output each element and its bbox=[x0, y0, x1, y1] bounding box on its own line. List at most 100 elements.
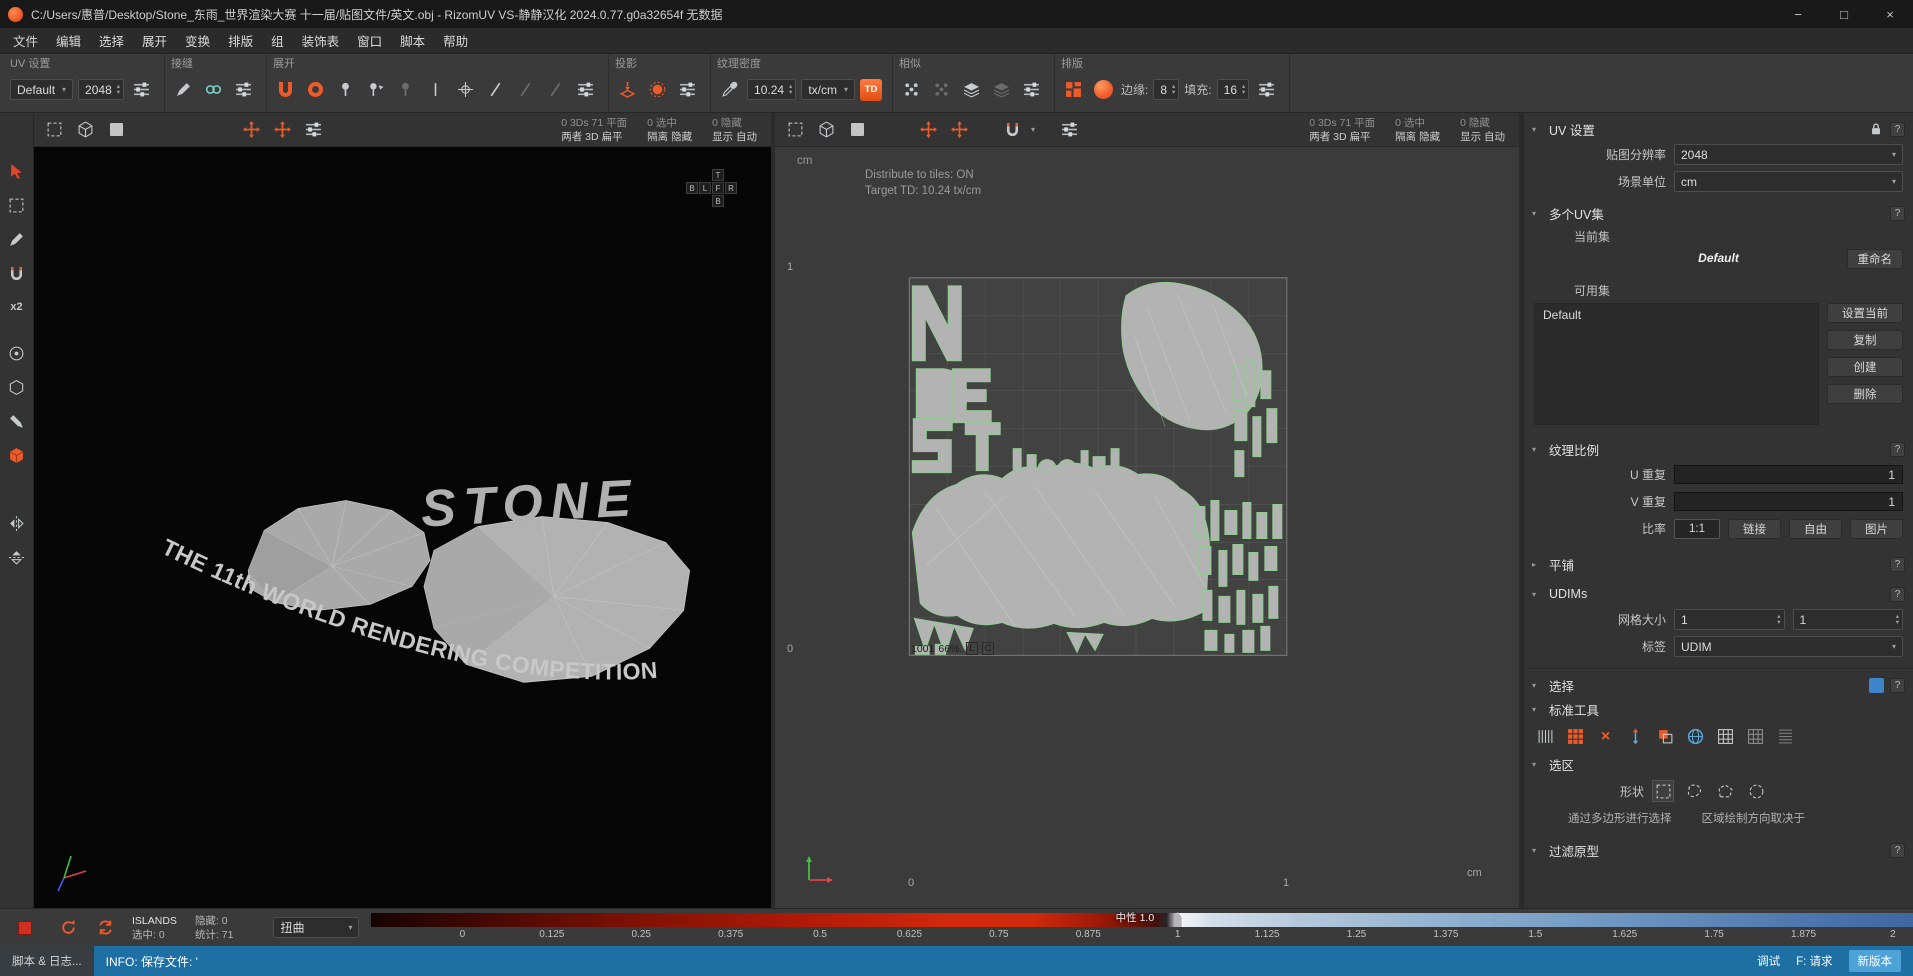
grid-select-a-icon[interactable] bbox=[1714, 725, 1737, 748]
select-arrow-icon[interactable] bbox=[5, 159, 29, 183]
edge-constraint-icon[interactable] bbox=[483, 77, 508, 102]
seam-weld-icon[interactable] bbox=[201, 77, 226, 102]
move-gizmo-icon[interactable] bbox=[239, 117, 264, 142]
section-header-udims[interactable]: ▾ UDIMs ? bbox=[1524, 582, 1913, 606]
tag-combo[interactable]: UDIM ▾ bbox=[1674, 636, 1903, 657]
pen-edit-icon[interactable] bbox=[5, 409, 29, 433]
overlap-select-icon[interactable] bbox=[1654, 725, 1677, 748]
help-button[interactable]: ? bbox=[1890, 441, 1905, 457]
snap-magnet-icon[interactable] bbox=[1000, 117, 1025, 142]
lasso-select-shape-icon[interactable] bbox=[1683, 780, 1705, 802]
circle-select-shape-icon[interactable] bbox=[1745, 780, 1767, 802]
circle-select-icon[interactable] bbox=[5, 341, 29, 365]
uv-settings-options-icon[interactable] bbox=[129, 77, 154, 102]
menu-group[interactable]: 组 bbox=[262, 27, 293, 54]
spinner-arrows-icon[interactable]: ▴ ▾ bbox=[1777, 613, 1780, 626]
show-auto-buttons[interactable]: 显示 自动 bbox=[1460, 130, 1505, 144]
edge-constraint-v-icon[interactable] bbox=[543, 77, 568, 102]
viewcube[interactable]: T B L F R B bbox=[686, 169, 737, 207]
distortion-gradient-bar[interactable]: 中性 1.0 0 0.125 0.25 0.375 0.5 0.625 0.75… bbox=[371, 909, 1913, 946]
plane-projection-icon[interactable] bbox=[645, 77, 670, 102]
element-select-icon[interactable] bbox=[42, 117, 67, 142]
rect-select-shape-icon[interactable] bbox=[1652, 780, 1674, 802]
grid-size-y-spinner[interactable]: 1 ▴ ▾ bbox=[1792, 609, 1903, 630]
viewport-uv[interactable]: ▾ 0 3Ds 71 平面 两者 3D 扁平 0 选中 隔离 隐藏 0 隐藏 显示 自… bbox=[775, 113, 1519, 908]
move-gizmo-icon[interactable] bbox=[916, 117, 941, 142]
edge-constraint-h-icon[interactable] bbox=[513, 77, 538, 102]
recompute-icon[interactable] bbox=[56, 915, 81, 940]
grid-size-x-spinner[interactable]: 1 ▴ ▾ bbox=[1674, 609, 1785, 630]
spinner-arrows-icon[interactable]: ▴ ▾ bbox=[117, 83, 120, 96]
menu-trim[interactable]: 装饰表 bbox=[293, 27, 349, 54]
menu-select[interactable]: 选择 bbox=[90, 27, 133, 54]
sphere-select-icon[interactable] bbox=[1684, 725, 1707, 748]
help-button[interactable]: ? bbox=[1890, 556, 1905, 572]
transform-gizmo-icon[interactable] bbox=[270, 117, 295, 142]
edge-straighten-icon[interactable] bbox=[423, 77, 448, 102]
help-button[interactable]: ? bbox=[1890, 121, 1905, 137]
debug-button[interactable]: 调试 bbox=[1757, 953, 1780, 969]
viewport-3d[interactable]: 0 3Ds 71 平面 两者 3D 扁平 0 选中 隔离 隐藏 0 隐藏 显示 自动 bbox=[34, 113, 771, 908]
rename-set-button[interactable]: 重命名 bbox=[1846, 249, 1903, 269]
scene-unit-combo[interactable]: cm ▾ bbox=[1674, 171, 1903, 192]
viewcube-back[interactable]: B bbox=[686, 182, 698, 194]
stack-islands-icon[interactable] bbox=[959, 77, 984, 102]
texel-density-spinner[interactable]: 10.24 ▴ ▾ bbox=[747, 79, 797, 100]
create-set-button[interactable]: 创建 bbox=[1827, 357, 1903, 377]
flatten-projection-icon[interactable] bbox=[615, 77, 640, 102]
cube-view-icon[interactable] bbox=[73, 117, 98, 142]
set-current-button[interactable]: 设置当前 bbox=[1827, 303, 1903, 323]
unfold-options-icon[interactable] bbox=[573, 77, 598, 102]
panel-header-uv-settings[interactable]: ▾ UV 设置 ? bbox=[1524, 117, 1913, 141]
unpin-icon[interactable] bbox=[393, 77, 418, 102]
script-log-tab[interactable]: 脚本 & 日志... bbox=[0, 946, 94, 976]
unfold-button[interactable] bbox=[273, 77, 298, 102]
magnet-icon[interactable] bbox=[5, 261, 29, 285]
select-similar-all-icon[interactable] bbox=[929, 77, 954, 102]
viewcube-top[interactable]: T bbox=[712, 169, 724, 181]
tile-constrain-toggle[interactable]: C bbox=[981, 642, 995, 655]
pin-icon[interactable] bbox=[333, 77, 358, 102]
spinner-arrows-icon[interactable]: ▴ ▾ bbox=[789, 83, 792, 96]
section-header-tiling[interactable]: ▸ 平铺 ? bbox=[1524, 552, 1913, 576]
menu-window[interactable]: 窗口 bbox=[348, 27, 391, 54]
ratio-1-1-button[interactable]: 1:1 bbox=[1674, 518, 1720, 539]
grid-select-b-icon[interactable] bbox=[1744, 725, 1767, 748]
ratio-free-button[interactable]: 自由 bbox=[1789, 518, 1842, 539]
uvset-list-item[interactable]: Default bbox=[1543, 308, 1810, 322]
delete-set-button[interactable]: 删除 bbox=[1827, 384, 1903, 404]
maximize-button[interactable]: □ bbox=[1821, 0, 1867, 28]
u-repeat-slider[interactable]: 1 bbox=[1674, 465, 1903, 484]
viewcube-left[interactable]: L bbox=[699, 182, 711, 194]
menu-edit[interactable]: 编辑 bbox=[47, 27, 90, 54]
copy-set-button[interactable]: 复制 bbox=[1827, 330, 1903, 350]
v-repeat-slider[interactable]: 1 bbox=[1674, 492, 1903, 511]
layout-options-icon[interactable] bbox=[1254, 77, 1279, 102]
ratio-link-button[interactable]: 链接 bbox=[1728, 518, 1781, 539]
edge-pattern-select-icon[interactable] bbox=[1534, 725, 1557, 748]
menu-script[interactable]: 脚本 bbox=[391, 27, 434, 54]
menu-unfold[interactable]: 展开 bbox=[133, 27, 176, 54]
ratio-image-button[interactable]: 图片 bbox=[1850, 518, 1903, 539]
polygon-select-icon[interactable] bbox=[5, 375, 29, 399]
close-button[interactable]: × bbox=[1867, 0, 1913, 28]
viewcube-bottom[interactable]: B bbox=[712, 195, 724, 207]
expand-selection-icon[interactable] bbox=[1624, 725, 1647, 748]
map-resolution-combo[interactable]: 2048 ▾ bbox=[1674, 144, 1903, 165]
display-mode-buttons[interactable]: 两者 3D 扁平 bbox=[561, 130, 622, 144]
seam-brush-icon[interactable] bbox=[171, 77, 196, 102]
mirror-vertical-icon[interactable] bbox=[5, 545, 29, 569]
section-header-standard-tools[interactable]: ▾ 标准工具 bbox=[1524, 697, 1913, 721]
section-header-filter[interactable]: ▾ 过滤原型 ? bbox=[1524, 838, 1913, 862]
stop-button[interactable] bbox=[18, 920, 32, 935]
apply-texel-density-button[interactable]: TD bbox=[860, 78, 882, 101]
help-button[interactable]: ? bbox=[1890, 205, 1905, 221]
menu-transform[interactable]: 变换 bbox=[176, 27, 219, 54]
mirror-horizontal-icon[interactable] bbox=[5, 511, 29, 535]
tile-lock-toggle[interactable]: L bbox=[966, 642, 978, 655]
element-select-icon[interactable] bbox=[783, 117, 808, 142]
isolate-hide-buttons[interactable]: 隔离 隐藏 bbox=[647, 130, 692, 144]
sync-uv-icon[interactable] bbox=[93, 915, 118, 940]
pattern-select-b-icon[interactable] bbox=[1774, 725, 1797, 748]
help-button[interactable]: ? bbox=[1890, 586, 1905, 602]
